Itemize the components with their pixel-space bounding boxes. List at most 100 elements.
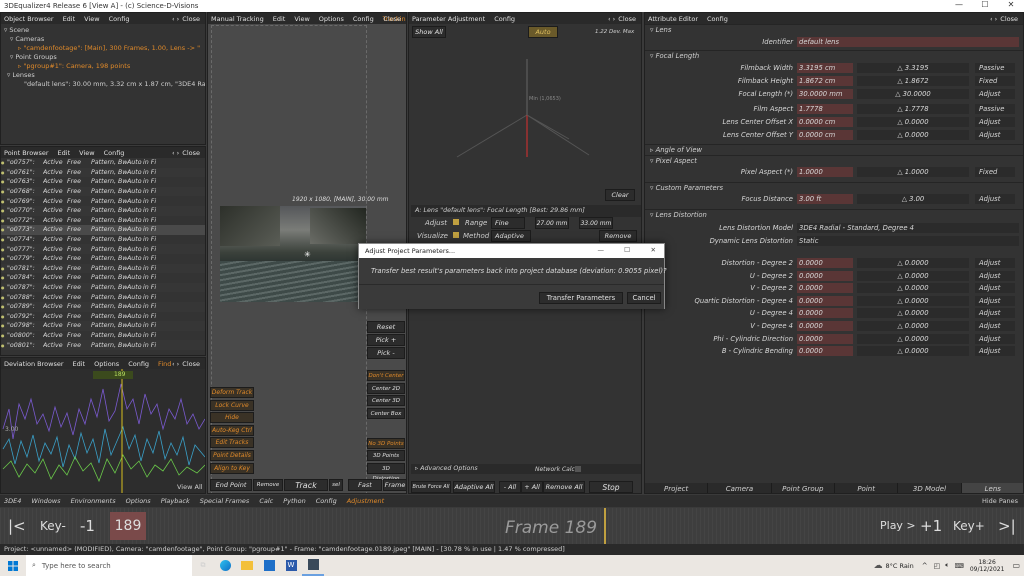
tracking-option-button[interactable]: Auto-Keg Ctrl [210, 424, 254, 436]
point-row[interactable]: ● "o0757": Active Free Pattern, Bw Auto in Fi [1, 158, 205, 168]
pixel-aspect-mode[interactable]: Fixed [975, 167, 1015, 177]
point-row[interactable]: ● "o0798": Active Free Pattern, Bw Auto in Fi [1, 321, 205, 331]
options-menu[interactable]: Options [319, 15, 344, 23]
edit-menu[interactable]: Edit [273, 15, 286, 23]
visualize-checkbox[interactable] [453, 232, 459, 238]
attr-mode-select[interactable]: Adjust [975, 308, 1015, 319]
tracking-option-button[interactable]: Point Details [210, 449, 254, 461]
auto-button[interactable]: Auto [528, 26, 558, 38]
all-plus-button[interactable]: + All [521, 481, 543, 493]
menu-python[interactable]: Python [283, 497, 306, 505]
menu-config[interactable]: Config [316, 497, 337, 505]
point-row[interactable]: ● "o0792": Active Free Pattern, Bw Auto in Fi [1, 312, 205, 322]
adjustment-3d-view[interactable] [409, 39, 641, 199]
brute-force-all-button[interactable]: Brute Force All [411, 481, 451, 493]
config-menu[interactable]: Config [353, 15, 374, 23]
menu-windows[interactable]: Windows [31, 497, 60, 505]
clear-button[interactable]: Clear [605, 189, 635, 201]
tab-point[interactable]: Point [835, 483, 899, 493]
point-row[interactable]: ● "o0763": Active Free Pattern, Bw Auto in Fi [1, 177, 205, 187]
attr-value-field[interactable]: 0.0000 [797, 321, 853, 331]
view-action-button[interactable]: Pick - [367, 347, 405, 359]
photos-icon[interactable] [258, 555, 280, 576]
close-button[interactable]: Close [182, 360, 200, 368]
param-adjust-menu[interactable]: Parameter Adjustment [412, 15, 485, 23]
range-select[interactable]: Fine [491, 217, 525, 229]
track-mode-select[interactable]: sel [329, 479, 343, 491]
transfer-parameters-button[interactable]: Transfer Parameters [539, 292, 623, 304]
adjust-checkbox[interactable] [453, 219, 459, 225]
view-menu[interactable]: View [84, 15, 99, 23]
attr-mode-select[interactable]: Adjust [975, 130, 1015, 140]
language-icon[interactable]: ⌨ [954, 562, 963, 570]
deviation-browser-menu[interactable]: Deviation Browser [4, 360, 64, 368]
section-focal-length[interactable]: ▿ Focal Length [645, 50, 1023, 61]
view-option-button[interactable]: 3D Distortion [367, 462, 405, 482]
attr-slider[interactable]: △ 0.0000 [857, 321, 969, 331]
close-button[interactable]: Close [182, 15, 200, 23]
tree-lenses[interactable]: ▿ Lenses [4, 71, 203, 80]
point-row[interactable]: ● "o0788": Active Free Pattern, Bw Auto in Fi [1, 292, 205, 302]
attr-value-field[interactable]: 0.0000 [797, 308, 853, 319]
menu-3de4[interactable]: 3DE4 [4, 497, 21, 505]
attr-slider[interactable]: △ 0.0000 [857, 333, 969, 344]
attr-value-field[interactable]: 0.0000 [797, 346, 853, 357]
menu-special-frames[interactable]: Special Frames [200, 497, 250, 505]
next-key-button[interactable]: Key+ [953, 519, 985, 533]
point-row[interactable]: ● "o0768": Active Free Pattern, Bw Auto in Fi [1, 186, 205, 197]
range-max-field[interactable]: 33.00 mm [579, 217, 613, 229]
attr-slider[interactable]: △ 0.0000 [857, 308, 969, 319]
menu-options[interactable]: Options [126, 497, 151, 505]
tab-lens[interactable]: Lens [961, 483, 1023, 493]
config-menu[interactable]: Config [494, 15, 515, 23]
file-explorer-icon[interactable] [236, 555, 258, 576]
frame-button[interactable]: Frame [383, 479, 406, 491]
close-button[interactable]: Close [182, 149, 200, 157]
attr-value-field[interactable]: 1.8672 cm [797, 76, 853, 86]
tree-scene[interactable]: ▿ Scene [4, 26, 203, 35]
attr-slider[interactable]: △ 1.8672 [857, 76, 969, 86]
config-menu[interactable]: Config [109, 15, 130, 23]
edit-menu[interactable]: Edit [73, 360, 86, 368]
point-row[interactable]: ● "o0779": Active Free Pattern, Bw Auto in Fi [1, 254, 205, 264]
stop-button[interactable]: Stop [589, 481, 633, 493]
pixel-aspect-slider[interactable]: △ 1.0000 [857, 167, 969, 177]
view-menu[interactable]: View [79, 149, 94, 157]
maximize-button[interactable]: ☐ [972, 0, 998, 9]
focus-distance-slider[interactable]: △ 3.00 [857, 194, 969, 204]
attr-mode-select[interactable]: Adjust [975, 333, 1015, 344]
dynamic-distortion-select[interactable]: Static [797, 236, 1019, 246]
view-action-button[interactable]: Reset [367, 321, 405, 333]
lens-parameter-line[interactable]: A: Lens "default lens": Focal Length [Be… [411, 205, 641, 217]
last-frame-button[interactable]: >| [998, 517, 1016, 535]
first-frame-button[interactable]: |< [8, 517, 26, 535]
section-pixel-aspect[interactable]: ▿ Pixel Aspect [645, 155, 1023, 166]
focus-distance-field[interactable]: 3.00 ft [797, 194, 853, 204]
timeline[interactable]: |< Key- -1 189 Frame 189 Play > +1 Key+ … [0, 508, 1024, 544]
attr-value-field[interactable]: 0.0000 [797, 258, 853, 268]
view-menu[interactable]: View [294, 15, 309, 23]
point-row[interactable]: ● "o0774": Active Free Pattern, Bw Auto in Fi [1, 235, 205, 245]
attr-mode-select[interactable]: Adjust [975, 258, 1015, 268]
network-icon[interactable]: ◰ [934, 562, 941, 570]
point-row[interactable]: ● "o0784": Active Free Pattern, Bw Auto in Fi [1, 273, 205, 283]
identifier-field[interactable]: default lens [797, 37, 1019, 47]
point-row[interactable]: ● "o0781": Active Free Pattern, Bw Auto in Fi [1, 263, 205, 274]
attr-mode-select[interactable]: Adjust [975, 270, 1015, 281]
remove-button[interactable]: Remove [599, 230, 637, 242]
attr-value-field[interactable]: 3.3195 cm [797, 63, 853, 73]
minimize-button[interactable]: — [946, 0, 972, 9]
attr-mode-select[interactable]: Adjust [975, 346, 1015, 357]
close-button[interactable]: Close [383, 15, 401, 23]
distortion-model-select[interactable]: 3DE4 Radial - Standard, Degree 4 [797, 223, 1019, 233]
object-browser-menu[interactable]: Object Browser [4, 15, 54, 23]
attr-value-field[interactable]: 0.0000 cm [797, 117, 853, 127]
options-menu[interactable]: Options [94, 360, 119, 368]
tracking-option-button[interactable]: Align to Key [210, 462, 254, 474]
clock[interactable]: 18:26 09/12/2021 [970, 559, 1005, 573]
view-option-button[interactable]: Don't Center [367, 370, 405, 381]
menu-environments[interactable]: Environments [71, 497, 116, 505]
view-option-button[interactable]: Center 2D [367, 382, 405, 394]
prev-key-button[interactable]: Key- [40, 519, 66, 533]
attr-mode-select[interactable]: Adjust [975, 295, 1015, 306]
